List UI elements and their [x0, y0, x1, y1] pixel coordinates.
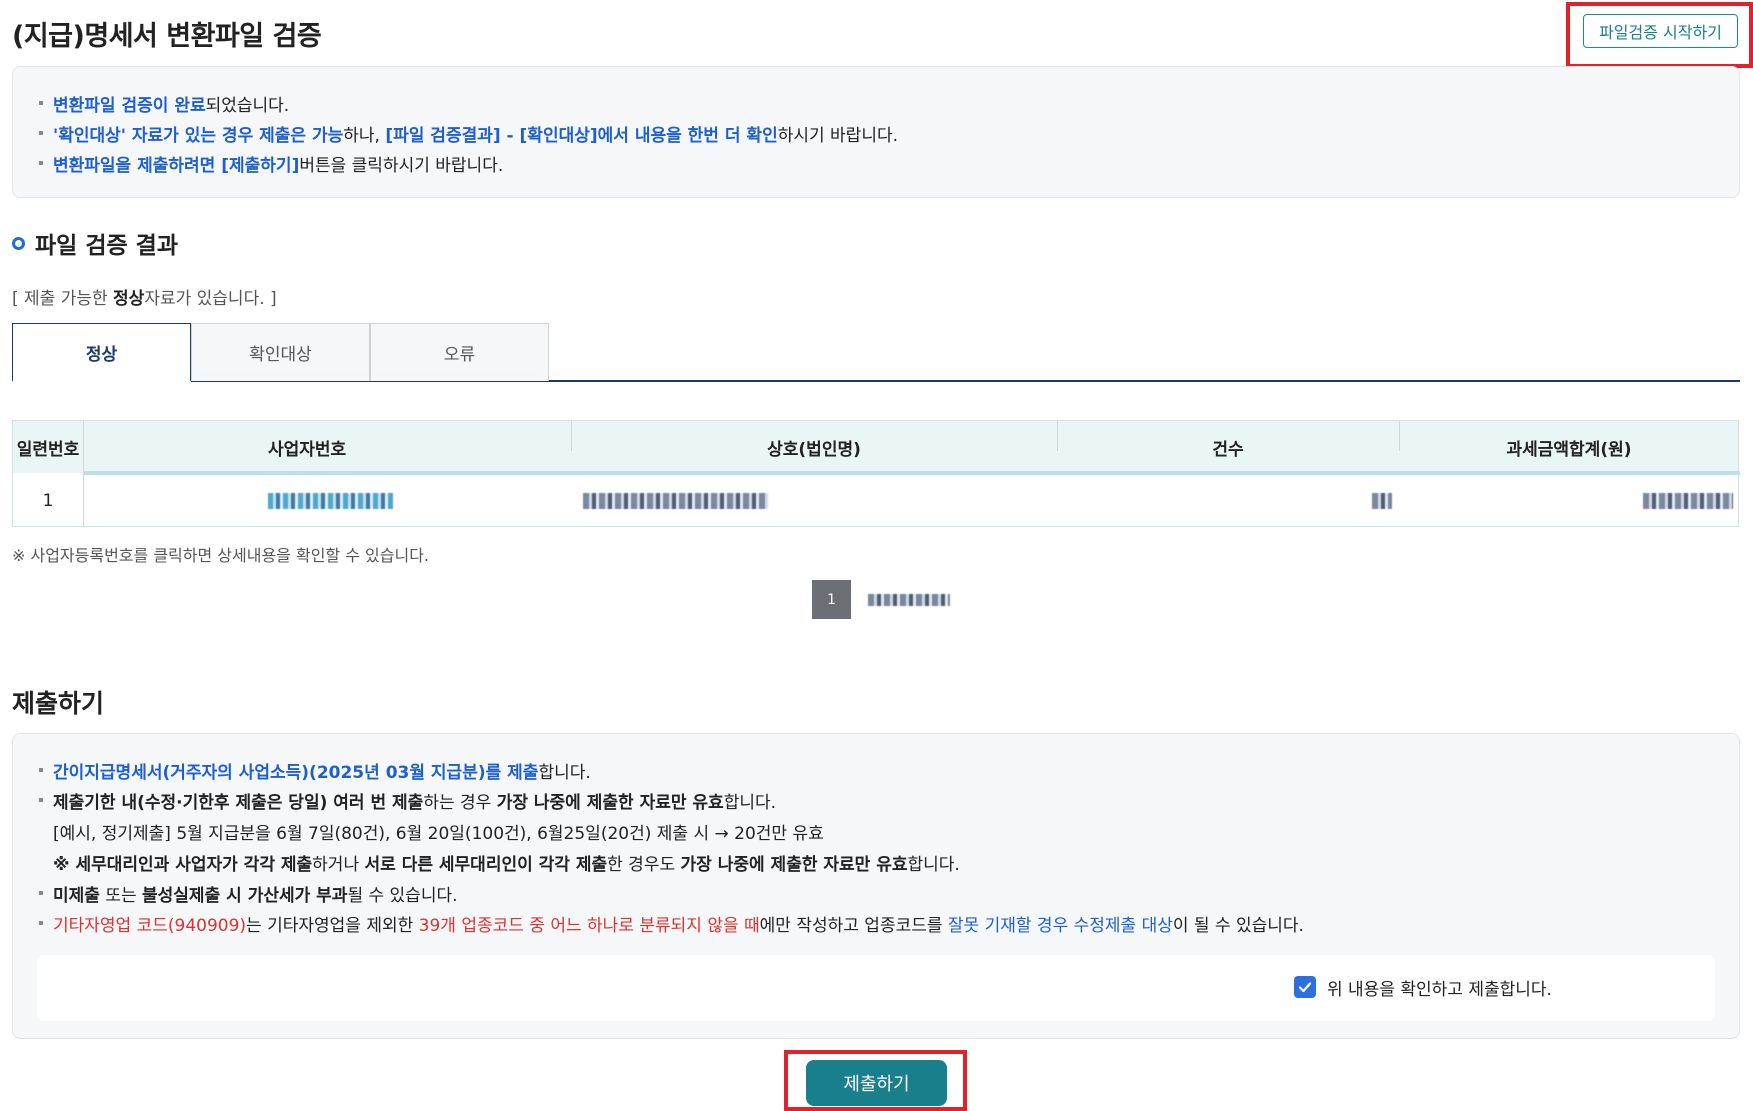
submit-line-6: 기타자영업 코드(940909)는 기타자영업을 제외한 39개 업종코드 중 … — [39, 911, 1304, 936]
notice-text: 버튼을 클릭하시기 바랍니다. — [299, 156, 504, 176]
submit-bold: 가장 나중에 제출한 자료만 유효 — [680, 855, 908, 875]
cell-count — [1372, 475, 1392, 527]
submit-text: 합니다. — [538, 763, 591, 783]
tab-check-target[interactable]: 확인대상 — [191, 323, 370, 381]
cell-biz-number[interactable] — [268, 475, 393, 527]
notice-highlight: [파일 검증결과] - [확인대상]에서 내용을 한번 더 확인 — [385, 126, 778, 146]
redacted-total-amount — [1643, 493, 1733, 509]
submit-text: 될 수 있습니다. — [347, 886, 458, 906]
cell-total-amount — [1643, 475, 1733, 527]
submit-bold: 가장 나중에 제출한 자료만 유효 — [496, 793, 724, 813]
notice-highlight: 변환파일 검증이 완료 — [53, 96, 206, 116]
submit-text: 이 될 수 있습니다. — [1172, 916, 1304, 936]
bullet-icon — [39, 798, 43, 802]
tab-normal[interactable]: 정상 — [12, 323, 191, 382]
notice-box: 변환파일 검증이 완료되었습니다. '확인대상' 자료가 있는 경우 제출은 가… — [12, 66, 1740, 198]
submit-notice-box: 간이지급명세서(거주자의 사업소득)(2025년 03월 지급분)를 제출합니다… — [12, 733, 1740, 1039]
submit-line-3: [예시, 정기제출] 5월 지급분을 6월 7일(80건), 6월 20일(10… — [53, 824, 824, 844]
submit-line-4: ※ 세무대리인과 사업자가 각각 제출하거나 서로 다른 세무대리인이 각각 제… — [53, 850, 960, 875]
submit-section-title: 제출하기 — [12, 689, 105, 718]
header-count: 건수 — [1212, 439, 1244, 460]
result-section-title: 파일 검증 결과 — [12, 226, 178, 260]
ring-icon — [12, 236, 25, 250]
submit-text: 는 기타자영업을 제외한 — [246, 916, 419, 936]
notice-highlight: 변환파일을 제출하려면 [제출하기] — [53, 156, 300, 176]
submit-text: 한 경우도 — [607, 855, 681, 875]
result-msg-status: 정상 — [113, 289, 145, 309]
result-table: 일련번호 사업자번호 상호(법인명) 건수 과세금액합계(원) 1 — [12, 420, 1740, 527]
header-biz-number: 사업자번호 — [268, 439, 347, 460]
pagination-current-page[interactable]: 1 — [812, 580, 851, 619]
submit-text: 하는 경우 — [423, 793, 497, 813]
notice-text: 하나, — [343, 126, 386, 146]
header-serial: 일련번호 — [16, 439, 80, 460]
submit-bold: 제출기한 내(수정·기한후 제출은 당일) 여러 번 제출 — [53, 793, 424, 813]
result-tabs: 정상 확인대상 오류 — [12, 323, 1740, 382]
page-root: (지급)명세서 변환파일 검증 파일검증 시작하기 변환파일 검증이 완료되었습… — [0, 0, 1753, 1111]
cell-company-name — [583, 475, 768, 527]
submit-line-5: 미제출 또는 불성실제출 시 가산세가 부과될 수 있습니다. — [39, 881, 458, 906]
notice-text: 하시기 바랍니다. — [777, 126, 899, 146]
submit-line-1: 간이지급명세서(거주자의 사업소득)(2025년 03월 지급분)를 제출합니다… — [39, 758, 591, 783]
submit-bold: ※ 세무대리인과 사업자가 각각 제출 — [53, 855, 313, 875]
submit-text: 또는 — [99, 886, 143, 906]
result-title-text: 파일 검증 결과 — [35, 233, 178, 259]
result-msg-suffix: 자료가 있습니다. ] — [144, 289, 277, 309]
submit-text: 합니다. — [907, 855, 960, 875]
tab-error[interactable]: 오류 — [370, 323, 549, 381]
submit-highlight: 간이지급명세서(거주자의 사업소득)(2025년 03월 지급분)를 제출 — [53, 763, 539, 783]
cell-serial: 1 — [42, 491, 54, 511]
submit-bold: 서로 다른 세무대리인이 각각 제출 — [364, 855, 608, 875]
confirm-checkbox[interactable] — [1294, 976, 1316, 998]
submit-line-2: 제출기한 내(수정·기한후 제출은 당일) 여러 번 제출하는 경우 가장 나중… — [39, 788, 776, 813]
redacted-biz-number — [268, 493, 393, 509]
redacted-company-name — [583, 493, 768, 509]
notice-line-2: '확인대상' 자료가 있는 경우 제출은 가능하나, [파일 검증결과] - [… — [39, 121, 898, 146]
notice-line-1: 변환파일 검증이 완료되었습니다. — [39, 91, 289, 116]
header-total-amount: 과세금액합계(원) — [1506, 439, 1632, 460]
result-msg-prefix: [ 제출 가능한 — [12, 289, 114, 309]
bullet-icon — [39, 768, 43, 772]
bullet-icon — [39, 161, 43, 165]
submit-bold: 미제출 — [53, 886, 100, 906]
confirm-label[interactable]: 위 내용을 확인하고 제출합니다. — [1327, 975, 1552, 1000]
submit-warning: 기타자영업 코드(940909) — [53, 916, 247, 936]
bullet-icon — [39, 101, 43, 105]
notice-line-3: 변환파일을 제출하려면 [제출하기]버튼을 클릭하시기 바랍니다. — [39, 151, 503, 176]
bullet-icon — [39, 921, 43, 925]
submit-text: 에만 작성하고 업종코드를 — [759, 916, 948, 936]
bullet-icon — [39, 131, 43, 135]
submit-button[interactable]: 제출하기 — [806, 1060, 947, 1106]
redacted-page-info — [868, 594, 950, 606]
confirm-area: 위 내용을 확인하고 제출합니다. — [37, 955, 1715, 1021]
submit-highlight: 잘못 기재할 경우 수정제출 대상 — [947, 916, 1173, 936]
start-verification-button[interactable]: 파일검증 시작하기 — [1583, 14, 1738, 48]
header-company-name: 상호(법인명) — [767, 439, 861, 460]
notice-text: 되었습니다. — [205, 96, 290, 116]
page-title: (지급)명세서 변환파일 검증 — [12, 21, 322, 52]
submit-text: 하거나 — [312, 855, 365, 875]
notice-highlight: '확인대상' 자료가 있는 경우 제출은 가능 — [53, 126, 344, 146]
submit-bold: 불성실제출 시 가산세가 부과 — [142, 886, 348, 906]
checkmark-icon — [1298, 982, 1312, 993]
table-footnote: ※ 사업자등록번호를 클릭하면 상세내용을 확인할 수 있습니다. — [12, 546, 430, 565]
submit-warning: 39개 업종코드 중 어느 하나로 분류되지 않을 때 — [418, 916, 760, 936]
submit-text: 합니다. — [723, 793, 777, 813]
redacted-count — [1372, 493, 1392, 509]
bullet-icon — [39, 891, 43, 895]
result-message: [ 제출 가능한 정상자료가 있습니다. ] — [12, 284, 277, 309]
